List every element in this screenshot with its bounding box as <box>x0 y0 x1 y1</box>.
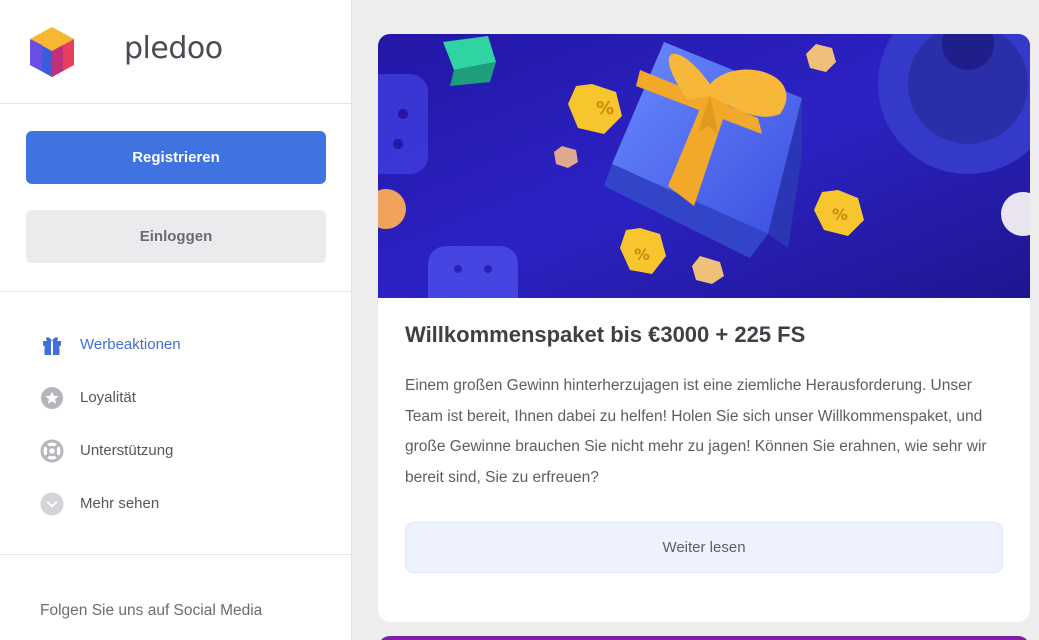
nav-item-loyalty[interactable]: Loyalität <box>0 371 351 424</box>
register-button[interactable]: Registrieren <box>26 131 326 184</box>
promo-card: % % % Willkommenspaket bis €3000 + 225 F… <box>378 34 1030 622</box>
read-more-button[interactable]: Weiter lesen <box>405 521 1003 573</box>
nav-item-label: Unterstützung <box>80 442 174 459</box>
nav-item-label: Werbeaktionen <box>80 336 181 353</box>
promo-description: Einem großen Gewinn hinterherzujagen ist… <box>405 377 987 487</box>
auth-section: Registrieren Einloggen <box>0 104 351 292</box>
svg-text:%: % <box>596 98 614 119</box>
lifebuoy-icon <box>40 439 64 463</box>
nav-item-see-more[interactable]: Mehr sehen <box>0 477 351 530</box>
nav-item-promotions[interactable]: Werbeaktionen <box>0 318 351 371</box>
sidebar-nav: Werbeaktionen Loyalität Unterstützung Me… <box>0 292 351 555</box>
sidebar: pledoo Registrieren Einloggen Werbeaktio… <box>0 0 352 640</box>
chevron-down-icon <box>40 491 64 516</box>
nav-item-label: Loyalität <box>80 389 136 406</box>
promo-title: Willkommenspaket bis €3000 + 225 FS <box>405 322 806 347</box>
nav-item-support[interactable]: Unterstützung <box>0 424 351 477</box>
star-icon <box>40 386 64 410</box>
svg-text:%: % <box>832 205 848 224</box>
next-promo-card-edge[interactable] <box>378 636 1030 640</box>
brand-header: pledoo <box>0 0 351 104</box>
nav-item-label: Mehr sehen <box>80 495 160 512</box>
brand-name[interactable]: pledoo <box>124 31 223 66</box>
promo-content: Willkommenspaket bis €3000 + 225 FS Eine… <box>378 298 1030 573</box>
gift-icon <box>40 333 64 357</box>
pledoo-logo-icon[interactable] <box>28 25 76 79</box>
login-button[interactable]: Einloggen <box>26 210 326 263</box>
svg-text:%: % <box>634 245 650 264</box>
promo-banner-image: % % % <box>378 34 1030 298</box>
social-heading: Folgen Sie uns auf Social Media <box>40 602 263 619</box>
